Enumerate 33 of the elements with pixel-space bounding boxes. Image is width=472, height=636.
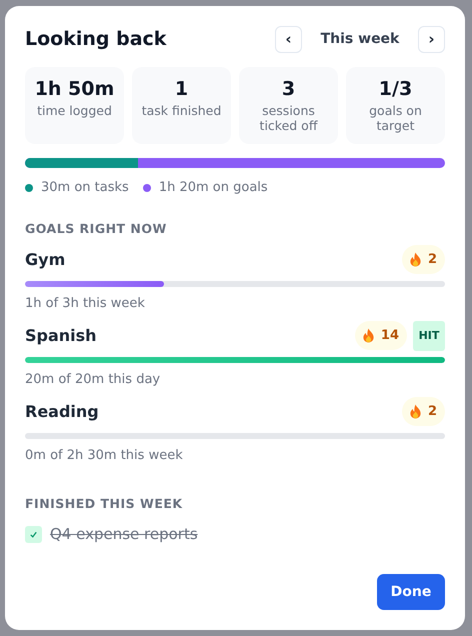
stat-value: 1 (174, 77, 188, 102)
stat-value: 3 (282, 77, 296, 102)
goal-name: Gym (25, 250, 66, 269)
goal-caption: 0m of 2h 30m this week (25, 448, 184, 463)
streak-badge: 14 (354, 321, 407, 350)
checkbox[interactable] (25, 526, 42, 542)
task-label: Q4 expense reports (50, 525, 198, 543)
goal-name: Reading (25, 402, 99, 421)
section-heading: FINISHED THIS WEEK (25, 496, 184, 511)
check-icon (29, 530, 38, 538)
goal-name: Spanish (25, 326, 97, 345)
streak-badge: 2 (402, 397, 445, 426)
streak-badge: 2 (402, 245, 445, 274)
stat-value: 1h 50m (34, 77, 114, 102)
legend-label: 1h 20m on goals (158, 180, 268, 195)
flame-icon (408, 404, 422, 419)
done-button[interactable]: Done (377, 574, 445, 610)
next-button[interactable]: › (418, 26, 445, 52)
flame-icon (362, 328, 375, 343)
stat-value: 1/3 (378, 77, 412, 102)
stat-label: time logged (36, 103, 113, 118)
hit-badge: HIT (413, 320, 445, 350)
dialog-title: Looking back (25, 28, 166, 50)
section-heading: GOALS RIGHT NOW (25, 221, 168, 236)
stat-label: sessions ticked off (258, 103, 319, 133)
period-label: This week (320, 31, 400, 47)
stat-label: task finished (140, 103, 222, 118)
goal-caption: 20m of 20m this day (25, 372, 162, 387)
stat-label: goals on target (368, 103, 423, 133)
flame-icon (408, 252, 422, 267)
previous-button[interactable]: ‹ (275, 26, 302, 52)
legend-label: 30m on tasks (41, 180, 129, 195)
goal-caption: 1h of 3h this week (25, 296, 146, 311)
